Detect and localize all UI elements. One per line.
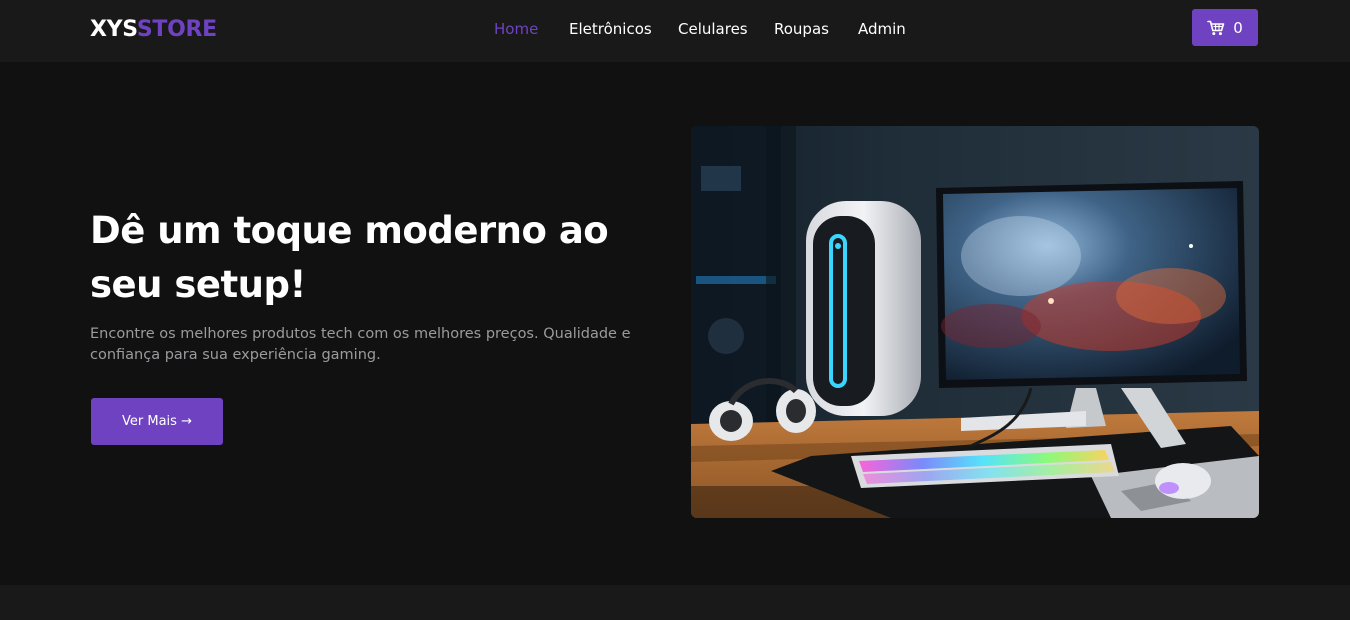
hero-setup-image — [691, 126, 1259, 518]
main-nav: Home Eletrônicos Celulares Roupas Admin — [0, 18, 1350, 40]
nav-link-celulares[interactable]: Celulares — [678, 18, 748, 40]
hero-description: Encontre os melhores produtos tech com o… — [90, 326, 631, 363]
shopping-cart-icon — [1207, 20, 1225, 36]
next-section-strip — [0, 585, 1350, 620]
cart-count: 0 — [1233, 18, 1243, 37]
nav-link-roupas[interactable]: Roupas — [774, 18, 829, 40]
nav-link-eletronicos[interactable]: Eletrônicos — [569, 18, 652, 40]
nav-link-home[interactable]: Home — [494, 18, 538, 40]
hero-section: Dê um toque moderno ao seu setup! Encont… — [0, 62, 1350, 585]
nav-link-admin[interactable]: Admin — [858, 18, 906, 40]
cart-button[interactable]: 0 — [1192, 9, 1258, 46]
see-more-button[interactable]: Ver Mais → — [91, 398, 223, 445]
navbar: XYSSTORE Home Eletrônicos Celulares Roup… — [0, 0, 1350, 62]
hero-title: Dê um toque moderno ao seu setup! — [90, 209, 609, 306]
